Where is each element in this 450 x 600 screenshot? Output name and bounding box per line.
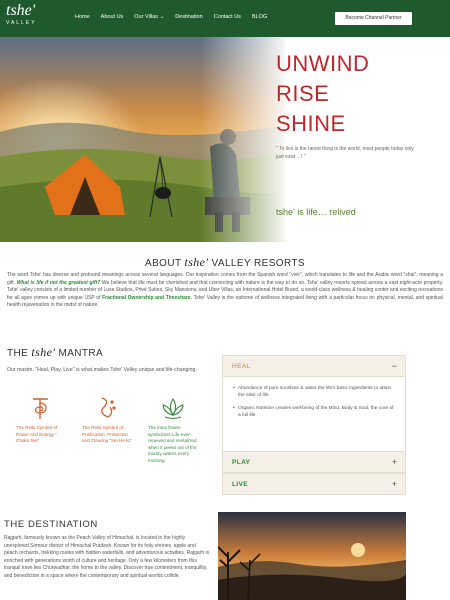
heal-item: Abundance of pure sunshine & water the l… [233,385,395,400]
mantra-heading-brand: tshe' [31,345,56,359]
logo-subtext: VALLEY [6,20,37,26]
expand-icon[interactable]: + [392,479,397,489]
heal-item: Organic Nutrition creates well-being of … [233,405,395,420]
about-heading-brand: tshe' [184,255,209,269]
accordion-play-label: PLAY [232,459,251,466]
hero-quote: " To live is the rarest thing is the wor… [276,146,414,160]
become-channel-partner-button[interactable]: Become Channel Partner [335,12,412,25]
hero-tagline: tshe' is life… relived [276,207,356,217]
accordion-play-header[interactable]: PLAY + [222,451,406,473]
symbol-lotus-text: The lotus flower symbolizes Life ever-re… [148,425,197,463]
reiki-power-icon [33,398,48,419]
accordion-live-label: LIVE [232,481,249,488]
nav-blog[interactable]: BLOG [252,14,267,20]
accordion-heal-header[interactable]: HEAL − [222,355,406,377]
symbol-choku-rei-text: The Reiki Symbol of Power and Energy " C… [16,425,58,444]
logo-wordmark: tshe' [6,2,36,19]
about-paragraph: The word Tshe' has diverse and profound … [7,272,443,310]
mantra-heading-suffix: MANTRA [55,348,104,359]
hero-section: UNWIND RISE SHINE " To live is the rares… [0,37,450,242]
nav-contact-us[interactable]: Contact Us [214,14,241,20]
logo[interactable]: tshe' VALLEY [6,2,37,27]
destination-sunset-image [218,512,406,600]
symbol-sei-he-ki: The Reiki Symbol of Purification, Protec… [82,395,132,445]
accordion-spacer [222,439,406,451]
collapse-icon[interactable]: − [392,361,397,371]
symbol-choku-rei: The Reiki Symbol of Power and Energy " C… [16,395,66,445]
accordion-heal-body: Abundance of pure sunshine & water the l… [222,377,406,439]
nav-destination[interactable]: Destination [175,14,203,20]
symbol-sei-he-ki-text: The Reiki Symbol of Purification, Protec… [82,425,132,444]
destination-paragraph: Rajgarh, famously known as the Peach Val… [4,535,210,579]
destination-heading: THE DESTINATION [4,519,98,530]
hero-title: UNWIND RISE SHINE [276,49,369,139]
nav-our-villas-dropdown[interactable]: Our Villas ⌄ [134,14,164,20]
hero-title-line-1: UNWIND [276,51,370,76]
symbol-lotus: The lotus flower symbolizes Life ever-re… [148,395,198,465]
top-navbar: tshe' VALLEY Home About Us Our Villas ⌄ … [0,0,450,37]
accordion-live-header[interactable]: LIVE + [222,473,406,495]
about-highlight-fractional: Fractional Ownership and Timeshare [102,294,191,301]
expand-icon[interactable]: + [392,457,397,467]
nav-home[interactable]: Home [75,14,90,20]
about-highlight-gift: What is life if not the greatest gift? [16,279,101,286]
mantra-heading-prefix: THE [7,348,32,359]
accordion-heal-label: HEAL [232,363,251,370]
about-heading-prefix: ABOUT [145,258,185,269]
mantra-accordion: HEAL − Abundance of pure sunshine & wate… [222,355,406,495]
lotus-icon [162,397,184,420]
reiki-purification-icon [101,397,116,418]
about-heading-suffix: VALLEY RESORTS [208,258,305,269]
main-menu: Home About Us Our Villas ⌄ Destination C… [75,14,278,20]
hero-title-line-2: RISE [276,81,330,106]
about-heading: ABOUT tshe' VALLEY RESORTS [0,255,450,270]
hero-title-line-3: SHINE [276,111,346,136]
mantra-heading: THE tshe' MANTRA [7,345,103,360]
nav-about-us[interactable]: About Us [101,14,124,20]
mantra-subtitle: Our maxim, "Heal, Play, Live" is what ma… [7,367,197,373]
